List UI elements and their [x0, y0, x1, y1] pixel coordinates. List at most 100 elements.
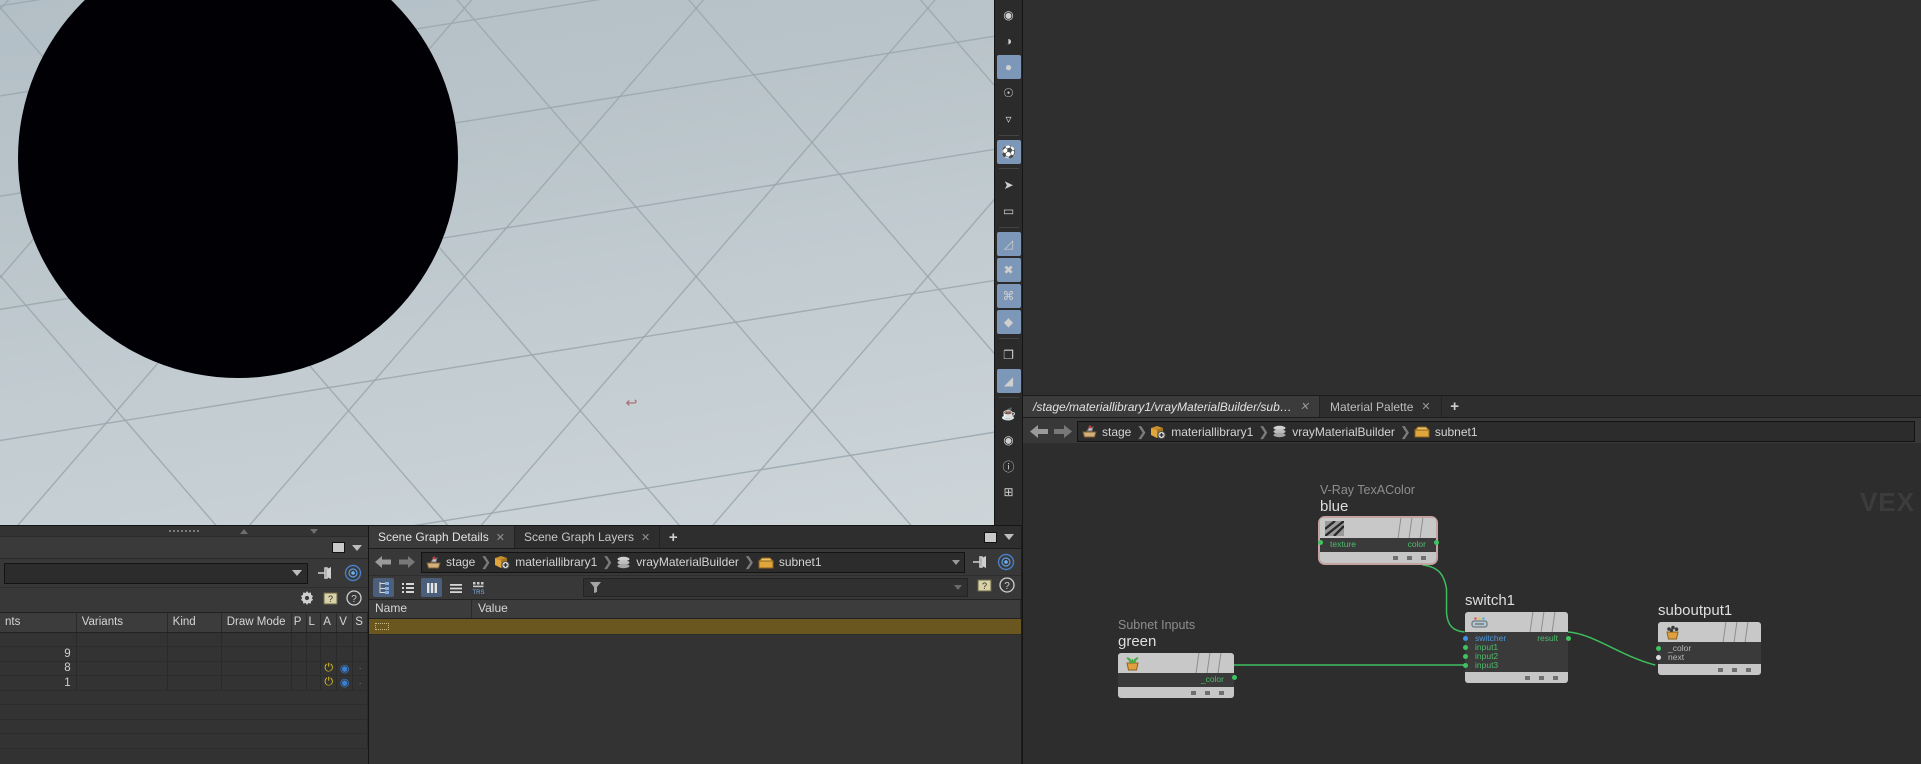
node-footer[interactable]	[1320, 552, 1436, 563]
table-row[interactable]: 9	[0, 646, 368, 662]
viewport-3d[interactable]: ↩	[0, 0, 994, 525]
help-box-icon[interactable]: ?	[977, 578, 992, 597]
visibility-eye-icon[interactable]: ◉	[997, 428, 1021, 452]
table-row[interactable]: 1 ⏻ ◉ ·	[0, 675, 368, 691]
cell-selectable-toggle[interactable]: ·	[352, 675, 368, 691]
close-icon[interactable]: ✕	[1300, 400, 1309, 413]
info-icon[interactable]: ⓘ	[997, 454, 1021, 478]
breadcrumb-item-vraymaterialbuilder[interactable]: vrayMaterialBuilder	[616, 555, 741, 569]
port-row[interactable]: _color	[1118, 673, 1237, 683]
panel-drag-handle[interactable]	[0, 526, 368, 537]
question-mark-icon[interactable]: ?	[999, 577, 1015, 598]
target-icon[interactable]	[995, 551, 1017, 573]
node-header[interactable]	[1658, 622, 1761, 642]
list-view-icon[interactable]	[397, 578, 418, 597]
table-row[interactable]	[369, 619, 1021, 635]
tab-scene-graph-details[interactable]: Scene Graph Details ✕	[369, 526, 515, 548]
color-picker-icon[interactable]: ◿	[996, 232, 1021, 256]
table-row[interactable]	[0, 719, 368, 734]
scroll-down-arrow[interactable]	[310, 528, 318, 534]
rows-view-icon[interactable]	[445, 578, 466, 597]
col-l[interactable]: L	[306, 613, 322, 633]
tab-material-palette[interactable]: Material Palette ✕	[1320, 396, 1442, 417]
node-header[interactable]	[1320, 518, 1436, 538]
camera-eye-icon[interactable]: ➤	[997, 173, 1021, 197]
col-counts[interactable]: nts	[0, 613, 77, 633]
node-header[interactable]	[1118, 653, 1234, 673]
port-dot-input1[interactable]	[1462, 645, 1468, 650]
table-row[interactable]: 8 ⏻ ◉ ·	[0, 661, 368, 676]
breadcrumb-item-materiallibrary1[interactable]: materiallibrary1	[494, 555, 599, 569]
node-body-green[interactable]: _color	[1118, 653, 1237, 698]
gradient-ramp-icon[interactable]: ◢	[996, 369, 1021, 393]
breadcrumb-item-stage[interactable]: stage	[426, 555, 477, 569]
forward-arrow-icon[interactable]	[397, 552, 417, 572]
port-dot-texture[interactable]	[1317, 540, 1323, 545]
port-row[interactable]: next	[1655, 653, 1761, 662]
point-light-icon[interactable]: ☉	[997, 81, 1021, 105]
viewport-toolbar[interactable]: ◉ ◑ ● ☉ ▿ ⚽ ➤ ▭ ◿ ✖ ⌘ ◆ ❐ ◢ ☕ ◉ ⓘ ⊞	[994, 0, 1022, 525]
chevron-down-icon[interactable]	[292, 570, 302, 576]
diamond-icon[interactable]: ◆	[996, 310, 1021, 334]
table-row[interactable]	[0, 690, 368, 705]
cell-visible-toggle[interactable]: ◉	[336, 661, 354, 676]
search-input[interactable]	[583, 578, 968, 597]
columns-view-icon[interactable]	[421, 578, 442, 597]
node-body-blue[interactable]: texture color	[1317, 516, 1439, 565]
col-kind[interactable]: Kind	[167, 613, 222, 633]
pin-icon[interactable]	[969, 551, 991, 573]
chevron-down-icon[interactable]	[954, 585, 962, 590]
col-p[interactable]: P	[291, 613, 307, 633]
back-arrow-icon[interactable]	[1029, 422, 1049, 442]
node-header[interactable]	[1465, 612, 1568, 632]
breadcrumb-item-subnet1[interactable]: subnet1	[1413, 425, 1480, 439]
spot-light-icon[interactable]: ▿	[997, 107, 1021, 131]
breadcrumb[interactable]: stage ❯ materiallibrary1 ❯ vrayMaterialB…	[421, 551, 965, 573]
uv-net-icon[interactable]: ✖	[996, 258, 1021, 282]
port-dot-next[interactable]	[1655, 655, 1661, 660]
close-icon[interactable]: ✕	[641, 531, 650, 544]
cell-visible-toggle[interactable]: ◉	[336, 675, 354, 691]
port-dot-input3[interactable]	[1462, 663, 1468, 668]
scroll-up-arrow[interactable]	[240, 528, 248, 534]
port-dot-color-in[interactable]	[1655, 646, 1661, 651]
node-suboutput1[interactable]: suboutput1 _color next	[1655, 601, 1761, 675]
node-blue[interactable]: V-Ray TexAColor blue texture color	[1317, 483, 1439, 565]
col-variants[interactable]: Variants	[76, 613, 168, 633]
node-footer[interactable]	[1658, 664, 1761, 675]
close-icon[interactable]: ✕	[1421, 400, 1430, 413]
col-a[interactable]: A	[320, 613, 338, 633]
table-row[interactable]	[0, 632, 368, 647]
breadcrumb[interactable]: stage ❯ materiallibrary1 ❯ vrayMaterialB…	[1077, 421, 1915, 442]
split-view-icon[interactable]: ▭	[997, 199, 1021, 223]
panel-maximize-icon[interactable]	[332, 542, 345, 553]
col-v[interactable]: V	[336, 613, 354, 633]
tree-view-icon[interactable]	[373, 578, 394, 597]
pin-icon[interactable]	[314, 562, 336, 584]
cell-selectable-toggle[interactable]: ·	[352, 661, 368, 676]
image-stack-icon[interactable]: ❐	[997, 343, 1021, 367]
power-icon[interactable]: ⏻	[324, 662, 333, 674]
eye-icon[interactable]: ◉	[340, 677, 350, 689]
port-row[interactable]: input3	[1462, 661, 1568, 670]
back-arrow-icon[interactable]	[373, 552, 393, 572]
scene-path-combo[interactable]	[4, 562, 308, 584]
trs-icon[interactable]: TRS	[469, 578, 490, 597]
select-mode-icon[interactable]: ◉	[997, 3, 1021, 27]
light-bulb-icon[interactable]: ●	[996, 55, 1021, 79]
gear-icon[interactable]	[299, 590, 315, 611]
help-box-icon[interactable]: ?	[323, 591, 338, 610]
sphere-geometry[interactable]	[18, 0, 458, 378]
breadcrumb-item-materiallibrary1[interactable]: materiallibrary1	[1150, 425, 1255, 439]
close-icon[interactable]: ✕	[496, 531, 505, 544]
port-dot-color-out[interactable]	[1231, 675, 1237, 680]
port-dot-color[interactable]	[1433, 540, 1439, 545]
node-footer[interactable]	[1118, 687, 1234, 698]
sphere-shade-icon[interactable]: ◑	[997, 29, 1021, 53]
question-mark-icon[interactable]: ?	[346, 589, 362, 611]
col-draw-mode[interactable]: Draw Mode	[221, 613, 292, 633]
table-row[interactable]	[0, 704, 368, 720]
port-row[interactable]: texture color	[1317, 538, 1439, 548]
breadcrumb-item-subnet1[interactable]: subnet1	[757, 555, 824, 569]
eye-icon[interactable]: ◉	[340, 663, 350, 675]
